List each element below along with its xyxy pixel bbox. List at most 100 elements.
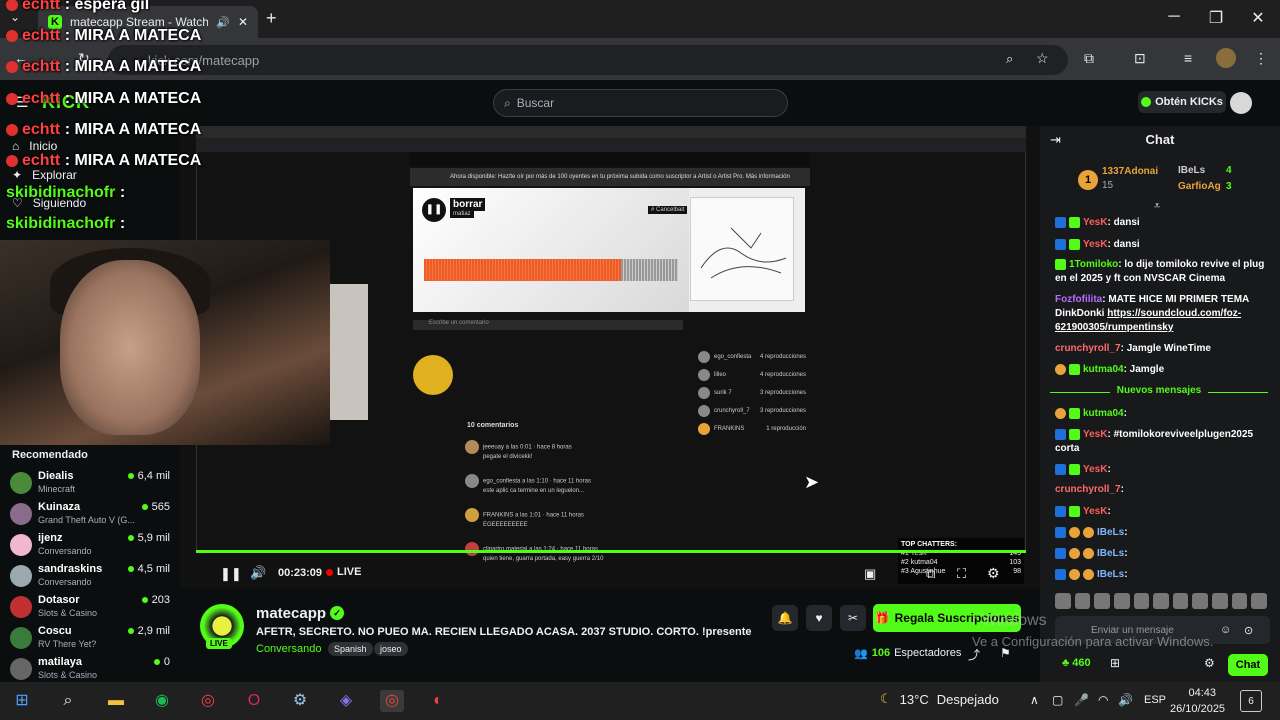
- leader-name: GarfioAg: [1178, 181, 1221, 192]
- chat-gear-icon[interactable]: ⚙: [1204, 656, 1215, 670]
- nav-item-inicio[interactable]: ⌂ Inicio: [12, 139, 57, 153]
- emote[interactable]: [1172, 593, 1189, 609]
- overlay-chat-line: echtt : MIRA A MATECA: [6, 121, 201, 139]
- channel-name[interactable]: matecapp: [256, 605, 326, 622]
- emote-picker-icon[interactable]: ☺: [1220, 624, 1231, 636]
- comment: ego_confiesta a las 1:10 · hace 11 horas…: [465, 474, 675, 494]
- new-tab-button[interactable]: +: [266, 8, 277, 29]
- emote[interactable]: [1212, 593, 1228, 609]
- emote[interactable]: [1055, 593, 1071, 609]
- chat-settings-icon[interactable]: ⊙: [1244, 624, 1253, 637]
- channel-category: Conversando: [38, 546, 92, 556]
- obs-icon[interactable]: ◐: [426, 690, 450, 712]
- tag-spanish[interactable]: Spanish: [328, 642, 373, 656]
- browser-menu-icon[interactable]: ⋮: [1254, 50, 1268, 67]
- emote[interactable]: [1094, 593, 1110, 609]
- tray-wifi-icon[interactable]: ◠: [1098, 693, 1108, 707]
- new-messages-divider[interactable]: Nuevos mensajes: [1050, 385, 1268, 399]
- moon-icon: ☾: [880, 691, 892, 706]
- soundcloud-nav: [410, 152, 810, 166]
- chat-message: kutma04:: [1055, 407, 1265, 421]
- steam-icon[interactable]: ⚙: [288, 690, 312, 712]
- overlay-chat-line: skibidinachofr :: [6, 184, 126, 201]
- emote[interactable]: [1192, 593, 1209, 609]
- expand-leaderboard-icon[interactable]: ⩡: [1154, 200, 1160, 213]
- search-input[interactable]: ⌕ Buscar: [493, 89, 788, 117]
- tray-chevron-icon[interactable]: ∧: [1030, 693, 1039, 707]
- extensions-icon[interactable]: ⧉: [1084, 50, 1094, 67]
- tab-close-icon[interactable]: ✕: [238, 15, 248, 29]
- opera-icon[interactable]: O: [242, 690, 266, 712]
- file-explorer-icon[interactable]: ▬: [104, 690, 128, 712]
- minimize-button[interactable]: ─: [1154, 8, 1194, 26]
- notification-center-icon[interactable]: 6: [1240, 690, 1262, 712]
- taskbar-search-icon[interactable]: ⌕: [56, 690, 80, 712]
- recommended-channel[interactable]: Diealis Minecraft 6,4 mil: [10, 470, 170, 500]
- bookmark-star-icon[interactable]: ☆: [1036, 50, 1049, 67]
- playback-progress-bar[interactable]: [196, 550, 1026, 553]
- settings-gear-icon[interactable]: ⚙: [987, 565, 1000, 582]
- stream-category[interactable]: Conversando: [256, 643, 321, 655]
- emote[interactable]: [1133, 593, 1150, 609]
- tray-mic-icon[interactable]: 🎤: [1074, 693, 1089, 707]
- zoom-search-icon[interactable]: ⌕: [1006, 51, 1013, 67]
- spotify-icon[interactable]: ◉: [150, 690, 174, 712]
- nav-item-explorar[interactable]: ✦ Explorar: [12, 168, 77, 182]
- comments-header: 10 comentarios: [467, 422, 519, 429]
- theater-mode-icon[interactable]: ▣: [864, 566, 876, 582]
- media-control-icon[interactable]: ≡: [1184, 50, 1192, 66]
- taskbar-clock[interactable]: 04:43 26/10/2025: [1170, 685, 1225, 717]
- channel-name: ijenz: [38, 532, 63, 544]
- soundcloud-notice: Ahora disponible: Haz/te oír por más de …: [410, 168, 810, 186]
- volume-icon[interactable]: 🔊: [250, 565, 266, 581]
- artwork-sketch: [700, 227, 787, 279]
- input-language[interactable]: ESP: [1144, 694, 1166, 706]
- tray-camera-icon[interactable]: ▢: [1052, 693, 1063, 707]
- emote[interactable]: [1074, 593, 1091, 609]
- fullscreen-icon[interactable]: ⛶: [957, 566, 966, 582]
- emote[interactable]: [1153, 593, 1169, 609]
- chrome-active-icon[interactable]: ◎: [380, 690, 404, 712]
- recommended-channel[interactable]: Dotasor Slots & Casino 203: [10, 594, 170, 624]
- recommended-title: Recomendado: [12, 449, 88, 461]
- pip-icon[interactable]: ⧉: [926, 566, 935, 582]
- overlay-chat-line: echtt : MIRA A MATECA: [6, 90, 201, 108]
- close-window-button[interactable]: ✕: [1238, 8, 1278, 28]
- viewer-count: 565: [141, 501, 170, 513]
- recommended-channel[interactable]: Kuinaza Grand Theft Auto V (G... 565: [10, 501, 170, 531]
- channel-live-badge: LIVE: [206, 638, 232, 649]
- viewer-count: 2,9 mil: [127, 625, 170, 637]
- gift-box-icon[interactable]: ⊞: [1110, 656, 1120, 670]
- emote[interactable]: [1113, 593, 1130, 609]
- viewer-count: 0: [153, 656, 170, 668]
- emote[interactable]: [1231, 593, 1248, 609]
- tag-joseo[interactable]: joseo: [374, 642, 408, 656]
- discord-icon[interactable]: ◈: [334, 690, 358, 712]
- weather-widget[interactable]: ☾ 13°C Despejado: [880, 691, 999, 707]
- recommended-channel[interactable]: Coscu RV There Yet? 2,9 mil: [10, 625, 170, 655]
- chrome-icon[interactable]: ◎: [196, 690, 220, 712]
- windows-start-icon[interactable]: ⊞: [10, 690, 34, 712]
- tab-search-icon[interactable]: ⊡: [1134, 50, 1146, 67]
- tab-audio-icon[interactable]: 🔊: [216, 16, 230, 29]
- recommended-channel[interactable]: sandraskins Conversando 4,5 mil: [10, 563, 170, 593]
- channel-points[interactable]: ♣ 460: [1062, 657, 1091, 669]
- address-bar[interactable]: kick.com/matecapp: [108, 45, 1068, 75]
- pause-button[interactable]: ❚❚: [220, 566, 242, 582]
- top-chatters-title: TOP CHATTERS:: [901, 541, 958, 548]
- chat-message: 1Tomiloko: lo dije tomiloko revive el pl…: [1055, 258, 1265, 284]
- maximize-button[interactable]: ❐: [1196, 8, 1236, 28]
- send-chat-button[interactable]: Chat: [1228, 654, 1268, 676]
- notification-bell-button[interactable]: 🔔: [772, 605, 798, 631]
- profile-avatar[interactable]: [1216, 48, 1236, 68]
- tray-volume-icon[interactable]: 🔊: [1118, 693, 1133, 707]
- clip-button[interactable]: ✂: [840, 605, 866, 631]
- overlay-chat-line: skibidinachofr :: [6, 215, 126, 232]
- follow-heart-button[interactable]: ♥: [806, 605, 832, 631]
- emote-row[interactable]: [1055, 593, 1268, 611]
- viewer-count: 6,4 mil: [127, 470, 170, 482]
- get-kicks-button[interactable]: Obtén KICKs: [1138, 91, 1226, 113]
- emote[interactable]: [1251, 593, 1268, 609]
- recommended-channel[interactable]: ijenz Conversando 5,9 mil: [10, 532, 170, 562]
- user-avatar[interactable]: [1230, 92, 1252, 114]
